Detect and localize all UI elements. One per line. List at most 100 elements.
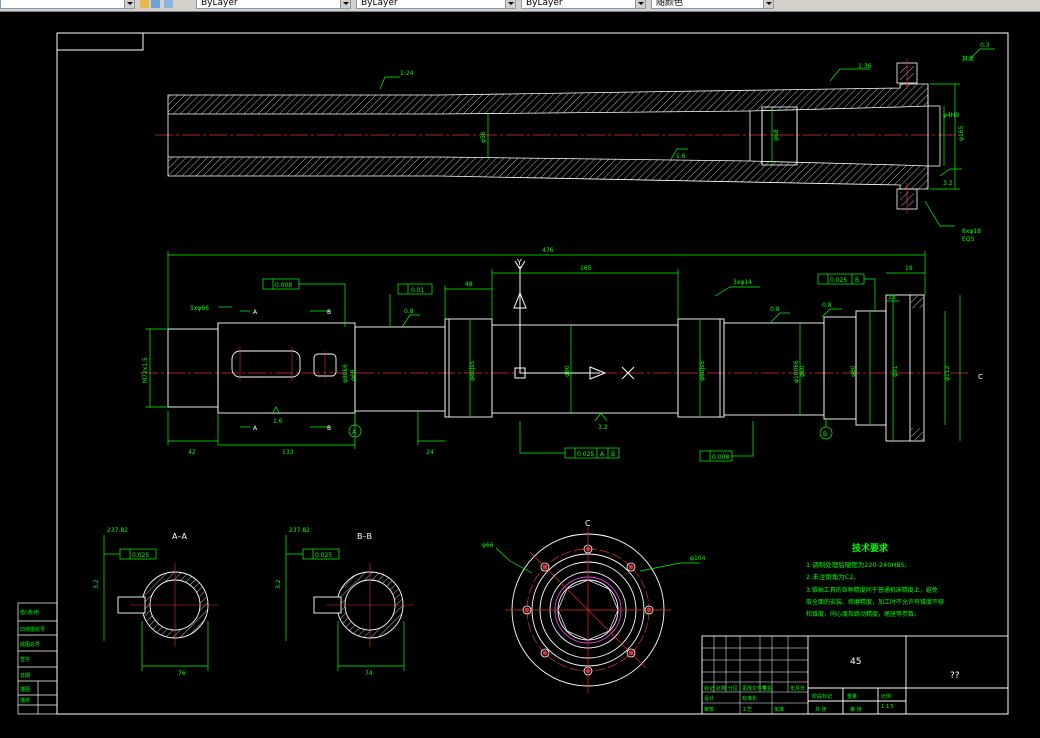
drawing-canvas[interactable]: 1:24 1:36 φ56 φ68 φ165 φ4H9 1.6 3.2 0.3 … [0, 11, 1040, 738]
tech-req-title: 技术要求 [852, 542, 889, 554]
tol-runout-3-datum-a: A [600, 451, 605, 458]
section-b-bottom: B [327, 425, 331, 432]
flange-dim-2: φ104 [690, 555, 706, 562]
dim-journal1: φ80js5 [469, 361, 476, 381]
section-b-top: B [327, 309, 331, 316]
holes-note: EQS [962, 236, 975, 243]
section-aa-rough: 3.2 [93, 579, 100, 589]
tb-scale-label: 比例 [881, 693, 891, 700]
linetype-select[interactable]: ByLayer [356, 0, 516, 9]
dim-48: 48 [465, 281, 473, 288]
section-bb-depth: 237.82 [289, 527, 310, 534]
section-bb-width: 74 [365, 670, 373, 677]
lineweight-select-value: ByLayer [526, 0, 563, 8]
section-a-top: A [253, 309, 258, 316]
main-view: 476 165 48 42 133 24 19 15 M72x1.5 5xφ66… [140, 247, 983, 462]
chevron-down-icon[interactable] [763, 0, 773, 8]
linetype-select-value: ByLayer [361, 0, 398, 8]
lineweight-select[interactable]: ByLayer [521, 0, 646, 9]
tb-design: 设计 [704, 695, 714, 702]
tol-runout-1: 0.008 [275, 282, 292, 289]
tb-standard: 标准化 [742, 695, 757, 702]
side-table: 借(通)用 旧底图总号 底图总号 签字 日期 描图 描校 [17, 602, 58, 715]
roughness-other: 其余 [962, 55, 974, 63]
dim-j7: φ100k6 [793, 360, 800, 383]
flange-view-title: C [585, 519, 591, 528]
dim-key: 5xφ66 [190, 305, 209, 312]
plotstyle-select-value: 随颜色 [656, 0, 684, 8]
tb-process: 工艺 [742, 707, 752, 713]
section-bb-tol: 0.025 [315, 552, 332, 559]
tb-zone: 分区 [728, 685, 738, 692]
dim-15: 15 [888, 294, 896, 301]
dim-133: 133 [282, 449, 294, 456]
dim-j6: φ80k6 [342, 364, 349, 383]
side-table-borrow: 借(通)用 [20, 609, 39, 616]
side-table-base: 底图总号 [20, 641, 40, 648]
color-combo[interactable] [0, 0, 135, 9]
section-aa-width: 76 [178, 670, 186, 677]
plotstyle-select[interactable]: 随颜色 [651, 0, 774, 9]
dim-total-length: 476 [542, 247, 554, 254]
tech-req-line2: 2.未注倒角为C2。 [806, 572, 860, 581]
tol-runout-3-datum-b: B [611, 451, 615, 458]
tb-approve: 批准 [774, 706, 784, 713]
section-aa-tol: 0.025 [132, 552, 149, 559]
tol-runout-3: 0.025 [577, 451, 594, 458]
tech-req-line1: 1.调制处理后硬度为220-240HBS; [806, 560, 907, 569]
roughness-08b: 0.8 [822, 302, 832, 309]
section-bb-title: B–B [357, 532, 372, 541]
axis-y-label: Y [516, 258, 522, 267]
dim-step-d1: φ68 [350, 369, 357, 381]
dim-flange-d: φ165 [958, 125, 965, 141]
section-bb: B–B 237.82 0.025 74 3.2 [275, 527, 414, 677]
holes-label: 8xφ18 [962, 228, 981, 235]
roughness-08c: 0.8 [404, 308, 414, 315]
tol-cyl: 0.01 [411, 287, 425, 294]
taper-label-1: 1:24 [400, 70, 414, 77]
side-table-check: 描校 [20, 697, 30, 704]
layer-previous-icon[interactable] [151, 0, 160, 8]
roughness-32: 3.2 [598, 424, 608, 431]
dim-19: 19 [905, 265, 913, 272]
title-block: 标记 处数 分区 更改文件号 签名 年月日 设计 标准化 审核 工艺 批准 阶段… [701, 635, 1009, 715]
chevron-down-icon[interactable] [124, 0, 134, 8]
chevron-down-icon[interactable] [505, 0, 515, 8]
section-aa-depth: 237.82 [107, 527, 128, 534]
view-c-mark: C [978, 373, 983, 381]
tb-drawing-name: ?? [950, 671, 960, 681]
side-table-trace: 描图 [20, 686, 30, 693]
tb-stage: 阶段标记 [812, 693, 832, 700]
flange-dim-1: φ66 [482, 542, 494, 549]
tb-sheet: 第 张 [850, 706, 862, 713]
dim-step-d5: φ112 [944, 365, 951, 381]
dim-165: 165 [580, 265, 592, 272]
tb-scale: 1:1.5 [881, 704, 894, 710]
section-aa-title: A–A [172, 532, 187, 541]
tb-signature: 签名 [762, 685, 772, 692]
chevron-down-icon[interactable] [635, 0, 645, 8]
taper-label-2: 1:36 [858, 63, 872, 70]
dim-journal2: φ80js5 [699, 361, 706, 381]
tech-req-line4: 取全面的安装、修磨精度，加工时不允许有锥度不够 [806, 598, 944, 606]
tb-review: 审核 [704, 706, 714, 713]
dim-mid-d: φ90 [564, 365, 571, 377]
side-table-date: 日期 [20, 673, 30, 679]
dim-recess-d: φ4H9 [943, 112, 959, 119]
roughness-3: 0.3 [980, 42, 990, 49]
tb-sheets: 共 张 [815, 706, 827, 713]
tol-runout-2: 0.025 [830, 277, 847, 284]
roughness-1: 1.6 [676, 153, 686, 160]
tb-mark: 标记 [704, 685, 714, 692]
layer-manager-icon[interactable] [164, 0, 173, 8]
dim-24: 24 [426, 449, 434, 456]
technical-requirements: 技术要求 1.调制处理后硬度为220-240HBS; 2.未注倒角为C2。 3.… [806, 542, 944, 618]
dim-bore-d2: φ68 [773, 129, 780, 141]
chevron-down-icon[interactable] [340, 0, 350, 8]
layer-state-icon[interactable] [140, 0, 149, 8]
section-bb-rough: 3.2 [275, 579, 282, 589]
tech-req-line5: 和锥度，同心度及跳动精度，尾座等参数。 [806, 610, 920, 618]
color-select[interactable]: ByLayer [196, 0, 351, 9]
color-select-value: ByLayer [201, 0, 238, 8]
section-a-bottom: A [253, 425, 258, 432]
